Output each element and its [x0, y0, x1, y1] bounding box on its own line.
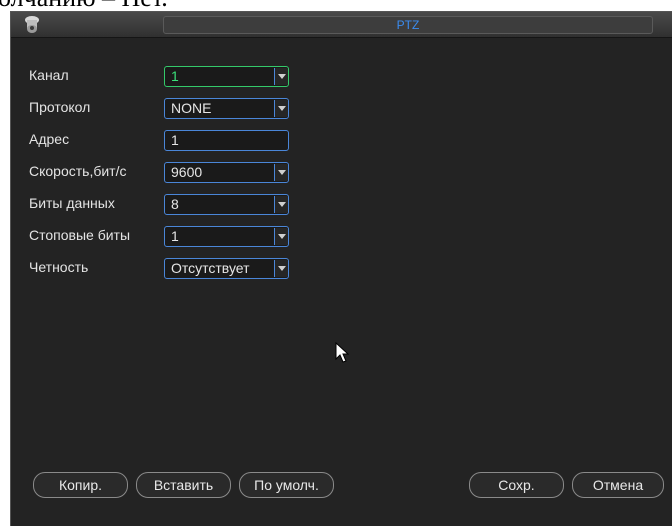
- baudrate-select[interactable]: 9600: [164, 162, 289, 183]
- channel-select[interactable]: 1: [164, 66, 289, 87]
- address-label: Адрес: [29, 131, 70, 147]
- protocol-dropdown-arrow-icon[interactable]: [274, 100, 288, 117]
- camera-logo-icon: [25, 16, 39, 33]
- default-button[interactable]: По умолч.: [239, 472, 334, 498]
- baudrate-dropdown-arrow-icon[interactable]: [274, 164, 288, 181]
- save-button[interactable]: Сохр.: [469, 472, 564, 498]
- stop-bits-dropdown-arrow-icon[interactable]: [274, 228, 288, 245]
- stop-bits-select[interactable]: 1: [164, 226, 289, 247]
- cancel-button[interactable]: Отмена: [572, 472, 664, 498]
- data-bits-dropdown-arrow-icon[interactable]: [274, 196, 288, 213]
- parity-label: Четность: [29, 259, 89, 275]
- mouse-pointer-icon: [335, 342, 349, 363]
- address-input[interactable]: 1: [164, 130, 289, 151]
- window-title: PTZ: [163, 16, 653, 34]
- baudrate-label: Скорость,бит/с: [29, 163, 127, 179]
- stop-bits-label: Стоповые биты: [29, 227, 131, 243]
- title-bar: PTZ: [11, 12, 672, 38]
- parity-select[interactable]: Отсутствует: [164, 258, 289, 279]
- ptz-settings-window: PTZ Канал 1 Протокол NONE Адрес 1 Скорос…: [10, 11, 672, 526]
- copy-button[interactable]: Копир.: [33, 472, 128, 498]
- channel-dropdown-arrow-icon[interactable]: [274, 68, 288, 85]
- data-bits-select[interactable]: 8: [164, 194, 289, 215]
- channel-label: Канал: [29, 67, 69, 83]
- paste-button[interactable]: Вставить: [136, 472, 231, 498]
- protocol-label: Протокол: [29, 99, 91, 115]
- protocol-select[interactable]: NONE: [164, 98, 289, 119]
- parity-dropdown-arrow-icon[interactable]: [274, 260, 288, 277]
- data-bits-label: Биты данных: [29, 195, 115, 211]
